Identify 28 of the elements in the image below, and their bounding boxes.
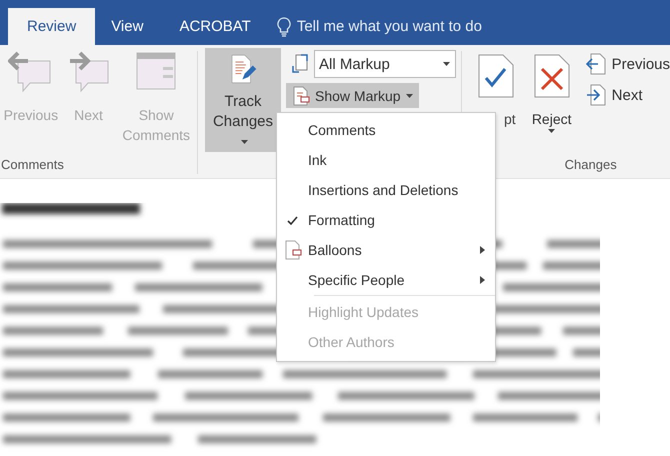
- submenu-arrow-icon: [480, 246, 485, 254]
- show-markup-button[interactable]: Show Markup: [286, 83, 419, 108]
- caret-icon: [241, 140, 248, 144]
- document-right-arrow-icon: [586, 84, 606, 106]
- tell-me-field[interactable]: Tell me what you want to do: [296, 18, 527, 35]
- track-changes-button[interactable]: Track Changes: [205, 48, 281, 152]
- document-check-icon: [476, 53, 515, 99]
- caret-icon: [443, 62, 450, 66]
- next-change-button[interactable]: Next: [586, 84, 670, 106]
- previous-change-button[interactable]: Previous: [586, 53, 670, 75]
- menu-item[interactable]: Formatting: [277, 205, 495, 235]
- document-left-arrow-icon: [586, 53, 606, 75]
- document-balloon-icon: [292, 86, 310, 106]
- menu-item[interactable]: Specific People: [277, 265, 495, 295]
- document-x-icon: [532, 53, 571, 99]
- reject-button[interactable]: Reject: [528, 53, 576, 133]
- menu-item[interactable]: Insertions and Deletions: [277, 175, 495, 205]
- document-swap-icon: [290, 52, 310, 76]
- submenu-arrow-icon: [480, 276, 485, 284]
- menu-item[interactable]: Balloons: [277, 235, 495, 265]
- caret-icon: [406, 94, 413, 98]
- ribbon-tab[interactable]: Review: [8, 8, 96, 45]
- group-label: Comments: [1, 157, 64, 172]
- caret-icon: [548, 129, 556, 133]
- lightbulb-icon: [276, 16, 291, 36]
- document-balloon-icon: [284, 240, 302, 260]
- group-label: Changes: [564, 157, 617, 172]
- markup-dropdown[interactable]: All Markup: [314, 50, 456, 78]
